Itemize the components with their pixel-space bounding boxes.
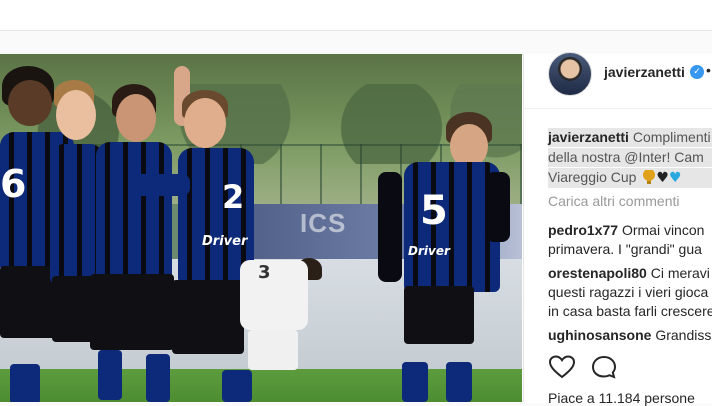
shirt-number: 5: [420, 188, 448, 234]
likes-count[interactable]: Piace a 11.184 persone: [548, 390, 695, 406]
player-number-5: 5 Driver: [370, 54, 520, 402]
banner-text: ICS: [300, 208, 347, 238]
comment-text: questi ragazzi i vieri gioca: [548, 284, 709, 300]
shirt-number: 2: [222, 178, 245, 216]
post-photo[interactable]: 6 2 Driver 3 5 Driver ICS: [0, 54, 522, 402]
sponsor-text: Driver: [202, 234, 248, 249]
comment: ughinosansone Grandiss: [548, 326, 711, 345]
black-heart-icon: ♥: [656, 170, 669, 186]
comment-text: primavera. I "grandi" gua: [548, 241, 702, 257]
comment-text: Grandiss: [655, 327, 712, 343]
comment: pedro1x77 Ormai vincon primavera. I "gra…: [548, 221, 704, 259]
comment-text: Ormai vincon: [621, 222, 705, 238]
more-options-icon[interactable]: •: [706, 62, 711, 78]
player-opponent: 3: [240, 254, 330, 402]
comment-text: in casa basta farli crescere: [548, 303, 712, 319]
shirt-number: 3: [258, 262, 271, 283]
sponsor-text: Driver: [408, 244, 450, 258]
post-caption: javierzanetti Complimenti della nostra @…: [548, 128, 712, 189]
comment-text: Ci meravi: [650, 265, 710, 281]
avatar[interactable]: [548, 52, 592, 96]
top-bar: [0, 0, 712, 31]
load-more-comments-link[interactable]: Carica altri commenti: [548, 193, 679, 209]
caption-text: Viareggio Cup: [548, 169, 637, 185]
divider: [523, 108, 712, 109]
comment: orestenapoli80 Ci meravi questi ragazzi …: [548, 264, 712, 321]
comment-username[interactable]: ughinosansone: [548, 327, 651, 343]
comment-username[interactable]: pedro1x77: [548, 222, 618, 238]
caption-text: Complimenti: [632, 129, 711, 145]
trophy-icon: [642, 170, 657, 184]
verified-badge-icon: ✓: [690, 65, 704, 79]
blue-heart-icon: ♥: [668, 170, 682, 186]
caption-username[interactable]: javierzanetti: [548, 129, 629, 145]
caption-text: della nostra @Inter! Cam: [548, 149, 704, 165]
comment-bubble-icon[interactable]: [591, 355, 617, 379]
post-username[interactable]: javierzanetti: [604, 64, 685, 80]
like-heart-icon[interactable]: [549, 355, 575, 379]
comment-username[interactable]: orestenapoli80: [548, 265, 647, 281]
shirt-number: 6: [0, 162, 27, 206]
